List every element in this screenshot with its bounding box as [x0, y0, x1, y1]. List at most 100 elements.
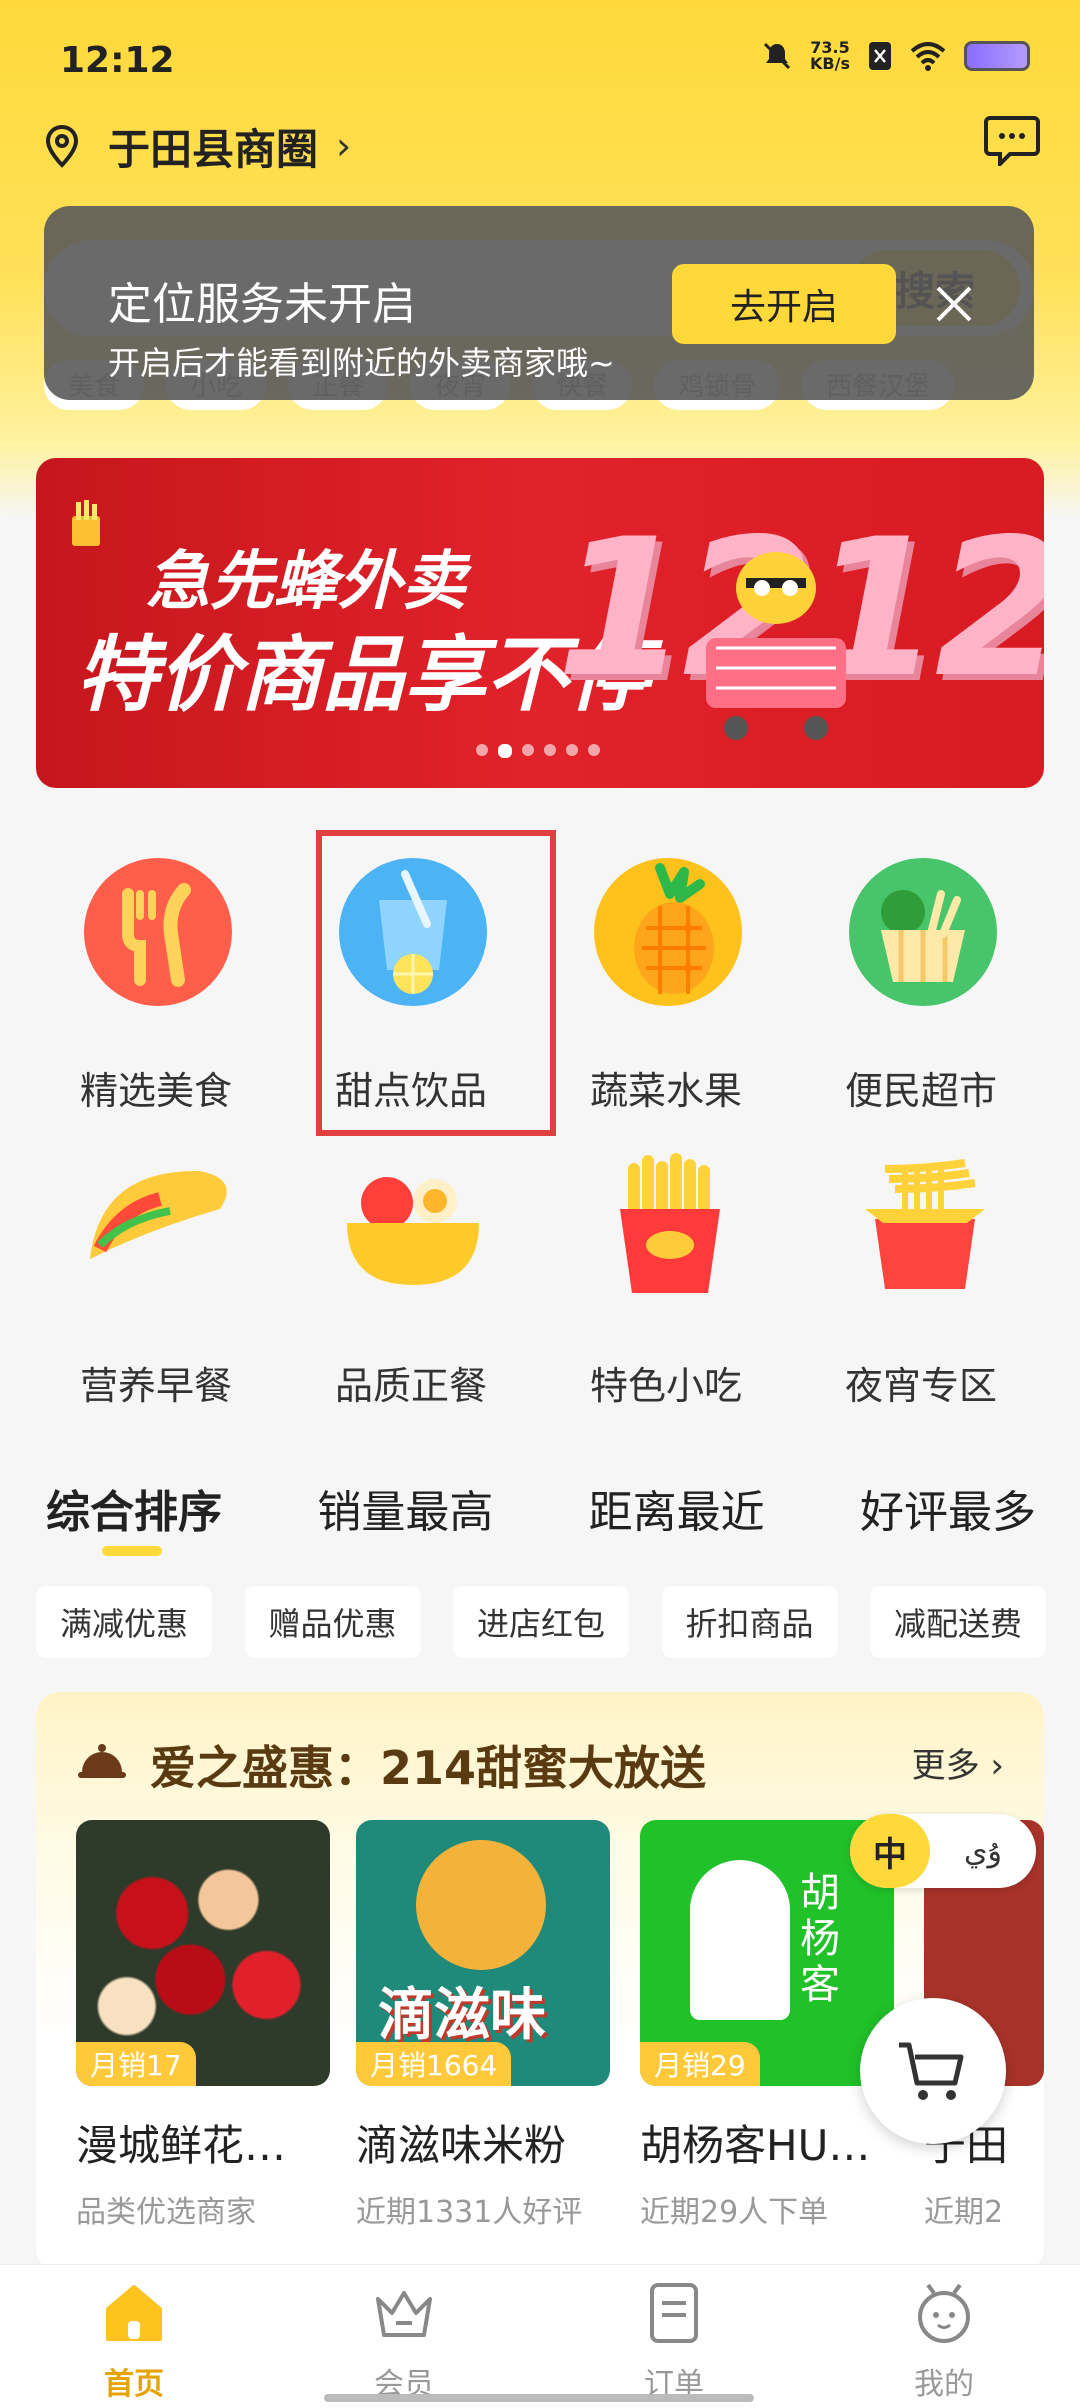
net-speed: 73.5 KB/s: [810, 38, 850, 73]
category-label: 营养早餐: [79, 1364, 232, 1408]
message-icon[interactable]: [984, 114, 1040, 166]
service-bell-icon: [78, 1744, 126, 1778]
sort-tab-sales[interactable]: 销量最高: [317, 1476, 493, 1540]
sort-tabs: 综合排序 销量最高 距离最近 好评最多: [46, 1476, 1036, 1556]
pagination-dot[interactable]: [566, 744, 578, 756]
shop-logo-text: 滴滋味: [378, 1983, 546, 2048]
category-label: 夜宵专区: [844, 1364, 997, 1408]
filter-chip[interactable]: 减配送费: [870, 1586, 1046, 1658]
drink-cup-icon: [339, 858, 487, 1006]
sim-icon: [869, 42, 891, 70]
sales-badge: 月销1664: [356, 2042, 512, 2086]
taco-icon: [90, 1170, 227, 1259]
promo-card[interactable]: 滴滋味 月销1664 滴滋味米粉 近期1331人好评: [356, 1820, 610, 2231]
filter-chip[interactable]: 赠品优惠: [244, 1586, 421, 1658]
filter-chip[interactable]: 满减优惠: [36, 1586, 212, 1658]
profile-icon: [918, 2283, 970, 2343]
rice-noodle-image: 滴滋味 月销1664: [356, 1820, 610, 2086]
close-icon[interactable]: [924, 274, 984, 334]
promo-banner[interactable]: 急先蜂外卖 特价商品享不停 1212: [36, 458, 1044, 788]
lang-ug[interactable]: ۇي: [930, 1834, 1036, 1869]
pineapple-icon: [594, 858, 742, 1006]
status-time: 12:12: [60, 40, 175, 81]
chevron-right-icon[interactable]: ›: [336, 124, 351, 168]
category-label: 特色小吃: [589, 1364, 742, 1408]
shop-desc: 近期2: [924, 2195, 1004, 2230]
sort-tab-comprehensive[interactable]: 综合排序: [46, 1476, 222, 1540]
category-2[interactable]: 甜点饮品: [311, 840, 511, 1120]
sort-tab-distance[interactable]: 距离最近: [589, 1476, 765, 1540]
category-1[interactable]: 精选美食: [56, 840, 256, 1120]
location-name[interactable]: 于田县商圈: [108, 116, 318, 177]
shop-name: 胡杨客HU…: [640, 2121, 871, 2170]
shop-desc: 近期1331人好评: [356, 2195, 583, 2230]
mute-bell-icon: [763, 42, 791, 70]
category-4[interactable]: 便民超市: [821, 840, 1021, 1120]
category-6[interactable]: 品质正餐: [311, 1135, 511, 1415]
nav-home[interactable]: 首页: [64, 2279, 204, 2403]
enable-location-button[interactable]: 去开启: [672, 264, 896, 344]
category-5[interactable]: 营养早餐: [56, 1135, 256, 1415]
category-8[interactable]: 夜宵专区: [821, 1135, 1021, 1415]
category-label: 甜点饮品: [334, 1069, 487, 1113]
filter-chips: 满减优惠 赠品优惠 进店红包 折扣商品 减配送费: [36, 1586, 1046, 1658]
basket-icon: [849, 858, 997, 1006]
category-3[interactable]: 蔬菜水果: [566, 840, 766, 1120]
shop-name: 滴滋味米粉: [356, 2121, 567, 2170]
shop-logo-text: 胡杨客: [800, 1870, 840, 2008]
filter-chip[interactable]: 进店红包: [453, 1586, 629, 1658]
pagination-dot[interactable]: [498, 744, 512, 758]
nav-member[interactable]: 会员: [334, 2279, 474, 2403]
nav-label: 首页: [104, 2367, 164, 2402]
nav-profile[interactable]: 我的: [874, 2279, 1014, 2403]
category-label: 品质正餐: [334, 1364, 487, 1408]
fries-icon: [620, 1153, 720, 1293]
home-indicator: [324, 2394, 754, 2402]
pagination-dot[interactable]: [476, 744, 488, 756]
category-label: 蔬菜水果: [589, 1069, 742, 1113]
location-toast: 定位服务未开启 开启后才能看到附近的外卖商家哦~ 去开启: [44, 206, 1034, 400]
shop-desc: 品类优选商家: [76, 2195, 256, 2230]
order-icon: [650, 2283, 698, 2343]
filter-chip[interactable]: 折扣商品: [661, 1586, 838, 1658]
promo-more-link[interactable]: 更多 ›: [912, 1738, 1004, 1787]
noodle-box-icon: [865, 1159, 985, 1289]
flower-image: 月销17: [76, 1820, 330, 2086]
shop-desc: 近期29人下单: [640, 2195, 829, 2230]
pagination-dot[interactable]: [544, 744, 556, 756]
location-header: 于田县商圈 ›: [40, 110, 1040, 182]
nav-orders[interactable]: 订单: [604, 2279, 744, 2403]
bottom-nav: 首页 会员 订单 我的: [0, 2264, 1080, 2408]
rice-bowl-icon: [347, 1177, 479, 1285]
category-label: 精选美食: [79, 1069, 232, 1113]
pagination-dot[interactable]: [588, 744, 600, 756]
battery-icon: [964, 41, 1030, 71]
category-label: 便民超市: [844, 1069, 997, 1113]
location-pin-icon[interactable]: [40, 124, 84, 168]
home-icon: [106, 2285, 162, 2341]
lang-zh[interactable]: 中: [850, 1814, 930, 1888]
bee-mascot-icon: [706, 552, 846, 740]
banner-pagination: [476, 744, 600, 758]
fork-knife-icon: [84, 858, 232, 1006]
pagination-dot[interactable]: [522, 744, 534, 756]
promo-card[interactable]: 胡杨客 月销29 胡杨客HU… 近期29人下单: [640, 1820, 894, 2231]
status-bar: 12:12 73.5 KB/s: [0, 0, 1080, 120]
sort-tab-rating[interactable]: 好评最多: [860, 1476, 1036, 1540]
cart-button[interactable]: [860, 1998, 1006, 2144]
active-tab-indicator: [102, 1546, 162, 1556]
toast-title: 定位服务未开启: [108, 279, 416, 330]
crown-icon: [376, 2291, 432, 2337]
promo-card[interactable]: 月销17 漫城鲜花… 品类优选商家: [76, 1820, 330, 2231]
shop-name: 漫城鲜花…: [76, 2121, 287, 2170]
wifi-icon: [910, 42, 946, 71]
toast-subtitle: 开启后才能看到附近的外卖商家哦~: [108, 344, 615, 382]
fries-small-icon: [72, 500, 100, 546]
language-toggle[interactable]: 中 ۇي: [850, 1814, 1036, 1888]
promo-title: 爱之盛惠：214甜蜜大放送: [150, 1741, 707, 1795]
cart-icon: [899, 2042, 964, 2100]
sales-badge: 月销29: [640, 2042, 760, 2086]
sales-badge: 月销17: [76, 2042, 196, 2086]
status-icons: 73.5 KB/s: [762, 40, 1030, 72]
category-7[interactable]: 特色小吃: [566, 1135, 766, 1415]
